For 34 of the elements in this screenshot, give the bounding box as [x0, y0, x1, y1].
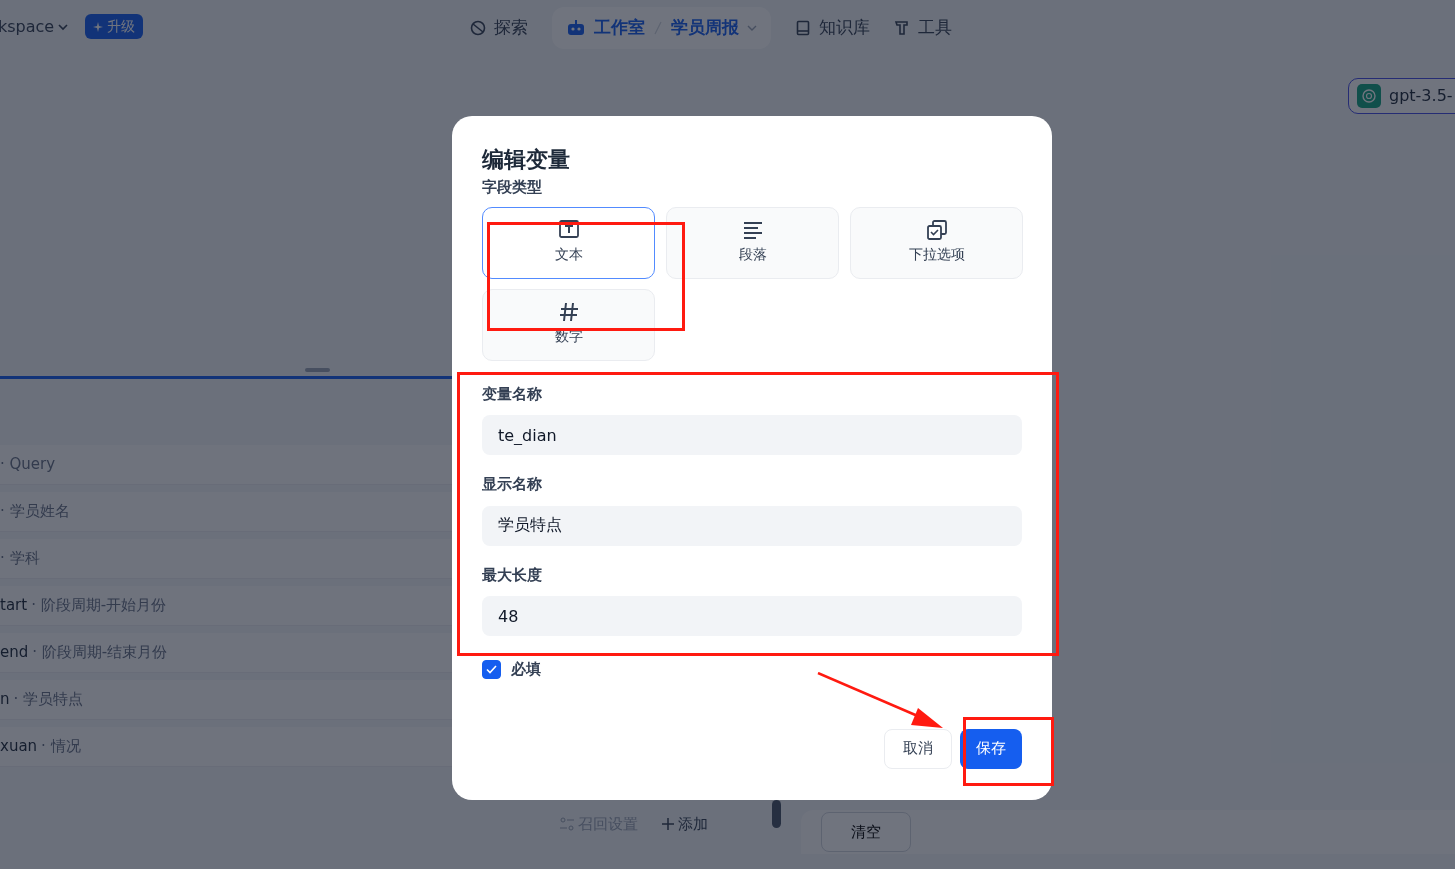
model-selector[interactable]: gpt-3.5- — [1348, 78, 1455, 114]
workspace-selector[interactable]: kspace — [0, 14, 70, 39]
drag-handle[interactable] — [305, 368, 330, 372]
paragraph-lines-icon — [742, 220, 763, 240]
input-field[interactable]: te_dian — [482, 415, 1022, 455]
scrollbar-thumb[interactable] — [772, 800, 781, 828]
hash-icon — [558, 302, 579, 322]
nav-link-text[interactable]: 知识库 — [819, 15, 870, 41]
input-field[interactable]: 48 — [482, 596, 1022, 636]
dialog-title: 编辑变量 — [482, 146, 571, 174]
field-type-option[interactable]: 段落 — [666, 206, 839, 279]
cancel-button[interactable]: 取消 — [884, 728, 952, 769]
chevron-down-icon — [747, 23, 757, 33]
app-name-link[interactable]: 学员周报 — [671, 15, 739, 41]
field-type-option[interactable]: 文本 — [482, 206, 655, 279]
check-icon — [486, 664, 497, 674]
upgrade-button[interactable]: 升级 — [85, 14, 144, 39]
field-type-option[interactable]: 下拉选项 — [850, 206, 1023, 279]
nav-link-text[interactable]: 工具 — [918, 15, 952, 41]
input-field[interactable]: 学员特点 — [482, 505, 1022, 546]
section-label: 字段类型 — [482, 177, 543, 198]
stacked-checkbox-icon — [926, 220, 947, 240]
book-icon — [795, 20, 811, 36]
text-box-icon — [558, 220, 579, 240]
field-label: 变量名称 — [482, 383, 543, 405]
save-button[interactable]: 保存 — [960, 728, 1022, 769]
settings-sliders-icon — [560, 817, 574, 832]
nav-link-text[interactable]: 探索 — [494, 15, 528, 41]
plus-icon — [662, 818, 674, 831]
clear-button[interactable]: 清空 — [821, 812, 911, 852]
add-button[interactable]: 添加 — [662, 813, 708, 836]
robot-icon — [566, 19, 586, 37]
required-checkbox[interactable] — [482, 659, 501, 679]
studio-link[interactable]: 工作室 — [594, 15, 645, 41]
